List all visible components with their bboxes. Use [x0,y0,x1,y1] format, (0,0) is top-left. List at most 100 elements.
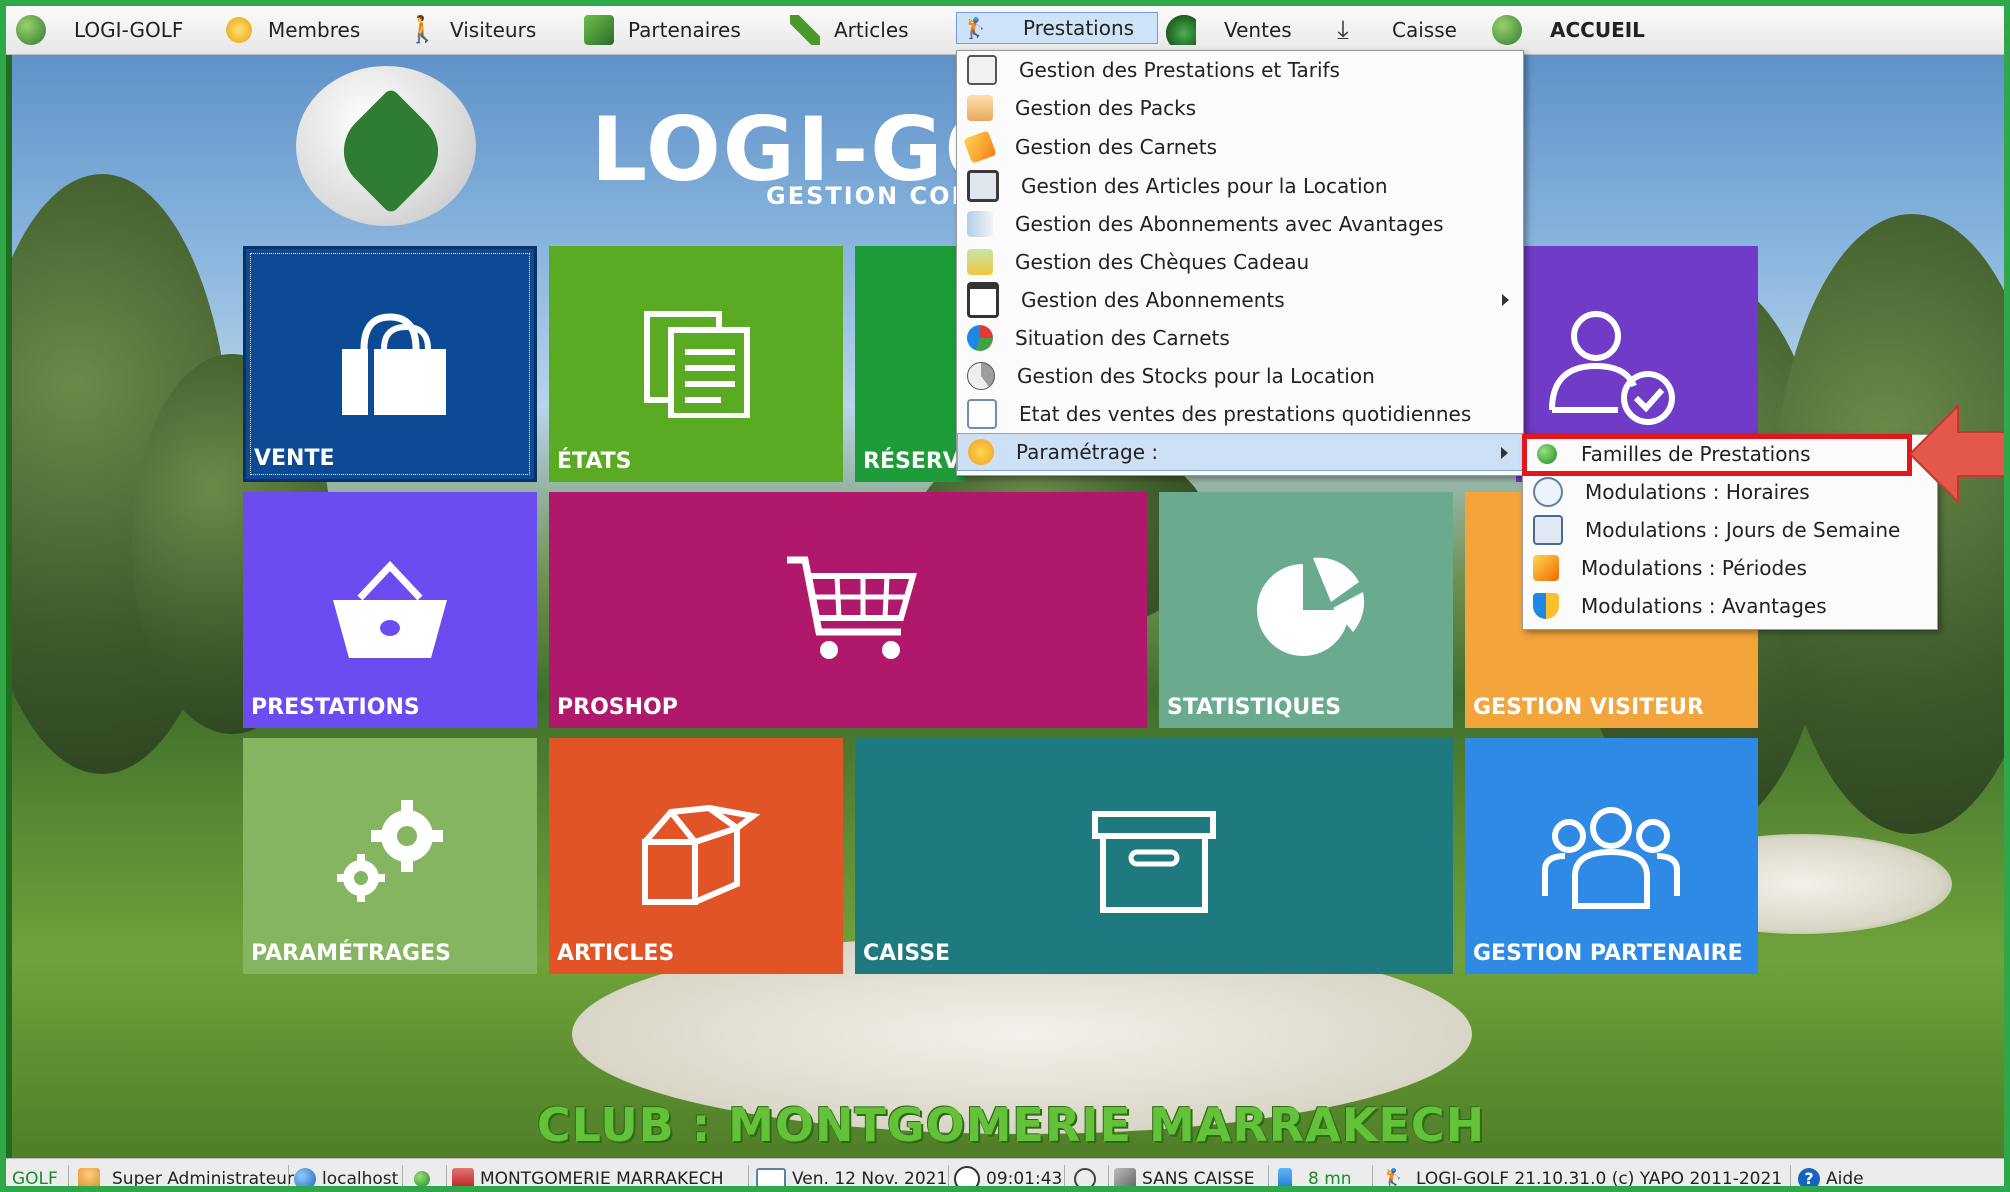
register-icon [1114,1168,1136,1186]
download-icon: ⤓ [1337,15,1349,45]
app-window: LOGI-GO GESTION COM VENTE ÉTATS RÉSERVA [0,0,2010,1192]
gears-icon [337,800,443,902]
status-user: Super Administrateur [78,1159,294,1189]
status-help[interactable]: ? Aide [1798,1159,1864,1189]
tile-label: VENTE [254,446,335,471]
red-pointer-arrow-icon [1908,403,2004,505]
submenu-item-modulations-periodes[interactable]: Modulations : Périodes [1523,549,1937,587]
menu-articles[interactable]: Articles [790,6,909,54]
menu-item-stocks-location[interactable]: Gestion des Stocks pour la Location [957,357,1523,395]
menu-item-label: Gestion des Abonnements [1021,288,1285,312]
highlight-box [1522,434,1912,476]
shield-icon [1533,593,1559,619]
connection-status-icon [414,1171,430,1186]
tile-label: PRESTATIONS [251,695,420,720]
pack-icon [967,95,993,121]
menu-caisse[interactable]: ⤓ Caisse [1328,6,1457,54]
sales-icon [1166,15,1196,45]
tile-label: PARAMÉTRAGES [251,941,451,966]
gift-check-icon [967,249,993,275]
user-icon [78,1168,100,1186]
tile-prestations[interactable]: PRESTATIONS [243,492,537,728]
menu-item-abonnements-avantages[interactable]: Gestion des Abonnements avec Avantages [957,205,1523,243]
menu-membres[interactable]: Membres [224,6,360,54]
status-site: MONTGOMERIE MARRAKECH [452,1159,724,1186]
menu-ventes[interactable]: Ventes [1166,6,1292,54]
tile-parametrages[interactable]: PARAMÉTRAGES [243,738,537,974]
partner-icon [584,15,614,45]
status-user-label: Super Administrateur [112,1169,294,1189]
status-bar: GOLF Super Administrateur localhost MONT… [6,1158,2004,1189]
submenu-item-modulations-avantages[interactable]: Modulations : Avantages [1523,587,1937,625]
status-caisse: SANS CAISSE [1114,1159,1254,1186]
tile-vente[interactable]: VENTE [243,246,537,482]
tile-proshop[interactable]: PROSHOP [549,492,1147,728]
shopping-cart-icon [787,556,917,659]
tile-articles[interactable]: ARTICLES [549,738,843,974]
menu-visiteurs[interactable]: 🚶 Visiteurs [406,6,536,54]
shopping-bag-icon [342,313,446,415]
submenu-item-modulations-horaires[interactable]: Modulations : Horaires [1523,473,1937,511]
menu-item-carnets[interactable]: Gestion des Carnets [957,128,1523,166]
status-help-label: Aide [1826,1169,1864,1189]
menu-label: ACCUEIL [1550,18,1645,42]
menu-item-articles-location[interactable]: Gestion des Articles pour la Location [957,167,1523,205]
tile-label: ÉTATS [557,449,632,474]
archive-box-icon [1092,811,1216,913]
tile-label: PROSHOP [557,695,678,720]
menu-label: Ventes [1224,18,1292,42]
period-icon [1533,555,1559,581]
menu-item-label: Gestion des Carnets [1015,135,1218,159]
tile-label: GESTION VISITEUR [1473,695,1704,720]
group-users-icon [1542,807,1680,909]
network-globe-icon [294,1168,316,1186]
tile-gestion-partenaire[interactable]: GESTION PARTENAIRE [1465,738,1758,974]
members-icon [224,15,254,45]
submenu-item-modulations-jours[interactable]: Modulations : Jours de Semaine [1523,511,1937,549]
menu-item-label: Situation des Carnets [1015,326,1230,350]
status-time: 09:01:43 [954,1159,1062,1186]
document-icon [967,399,997,429]
tile-etats[interactable]: ÉTATS [549,246,843,482]
documents-icon [644,311,750,418]
golfer-icon: 🏌 [1382,1168,1405,1189]
status-date-label: Ven. 12 Nov. 2021 [792,1169,948,1189]
menu-label: Prestations [1023,16,1135,40]
menu-label: Visiteurs [450,18,537,42]
menu-item-etat-ventes[interactable]: Etat des ventes des prestations quotidie… [957,395,1523,433]
menu-item-situation-carnets[interactable]: Situation des Carnets [957,319,1523,357]
clipboard-icon [967,55,997,85]
tile-label: GESTION PARTENAIRE [1473,941,1743,966]
status-version: 🏌 LOGI-GOLF 21.10.31.0 (c) YAPO 2011-202… [1382,1159,1782,1189]
menu-item-label: Gestion des Chèques Cadeau [1015,250,1310,274]
menu-item-cheques-cadeau[interactable]: Gestion des Chèques Cadeau [957,243,1523,281]
menu-prestations[interactable]: 🏌 Prestations [956,12,1158,44]
submenu-item-label: Modulations : Horaires [1585,480,1810,504]
menu-label: LOGI-GOLF [74,18,184,42]
tile-reservations[interactable]: RÉSERVA [855,246,975,482]
menu-item-parametrage[interactable]: Paramétrage : [957,433,1523,471]
menu-item-label: Gestion des Articles pour la Location [1021,174,1388,198]
tile-statistiques[interactable]: STATISTIQUES [1159,492,1453,728]
menu-partenaires[interactable]: Partenaires [584,6,741,54]
pen-icon [790,15,820,45]
stock-icon [967,362,995,390]
basket-icon [333,560,447,658]
menu-item-abonnements[interactable]: Gestion des Abonnements [957,281,1523,319]
menu-item-label: Gestion des Packs [1015,96,1197,120]
submenu-item-label: Modulations : Jours de Semaine [1585,518,1901,542]
visitor-icon: 🚶 [406,15,439,45]
status-host-label: localhost [322,1169,399,1189]
menu-item-prestations-tarifs[interactable]: Gestion des Prestations et Tarifs [957,51,1523,89]
menubar: LOGI-GOLF Membres 🚶 Visiteurs Partenaire… [6,6,2004,55]
weekday-calendar-icon [1533,515,1563,545]
tile-caisse[interactable]: CAISSE [855,738,1453,974]
menu-accueil[interactable]: ACCUEIL [1492,6,1645,54]
club-name: CLUB : MONTGOMERIE MARRAKECH [536,1098,1486,1152]
help-icon: ? [1798,1168,1820,1186]
home-icon [1492,15,1522,45]
menu-item-packs[interactable]: Gestion des Packs [957,89,1523,127]
status-duration-label: 8 mn [1308,1169,1352,1189]
menu-logi-golf[interactable]: LOGI-GOLF [16,6,183,54]
hourglass-icon [1278,1168,1292,1186]
